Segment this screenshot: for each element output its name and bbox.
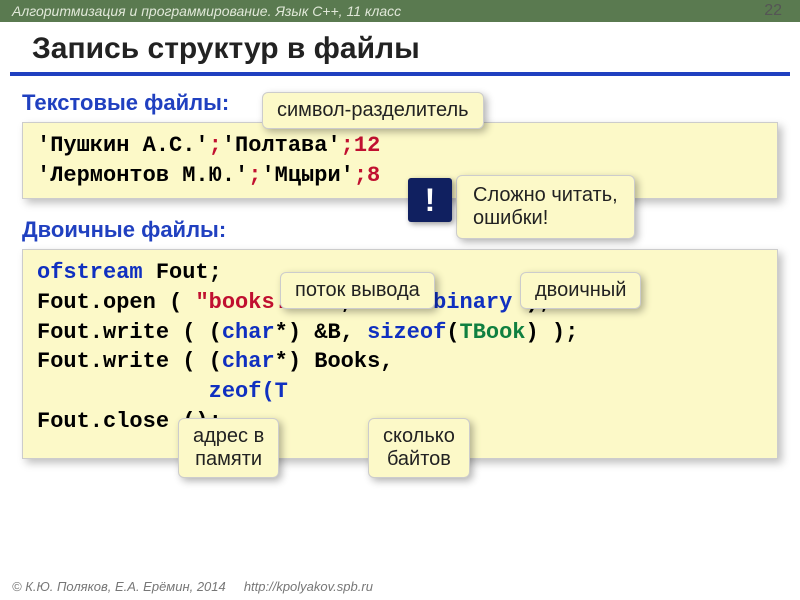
code-text: ) ); bbox=[526, 320, 579, 345]
warning-icon: ! bbox=[408, 178, 452, 222]
slide-title: Запись структур в файлы bbox=[10, 22, 790, 76]
code-text: ( bbox=[446, 320, 459, 345]
code-text: ; bbox=[248, 163, 261, 188]
code-text: sizeof bbox=[367, 320, 446, 345]
code-text: zeof(T bbox=[209, 379, 288, 404]
callout-address: адрес в памяти bbox=[178, 418, 279, 478]
callout-line: байтов bbox=[387, 448, 451, 470]
code-text: ; bbox=[209, 133, 222, 158]
code-text: 'Мцыри' bbox=[261, 163, 353, 188]
subhead-binary-files: Двоичные файлы: bbox=[22, 217, 778, 243]
callout-line: сколько bbox=[383, 425, 455, 447]
callout-stream: поток вывода bbox=[280, 272, 435, 309]
page-number: 22 bbox=[764, 2, 782, 20]
code-text: Fout; bbox=[143, 260, 222, 285]
code-text: char bbox=[222, 320, 275, 345]
callout-line: памяти bbox=[195, 448, 262, 470]
code-text: ofstream bbox=[37, 260, 143, 285]
callout-separator: символ-разделитель bbox=[262, 92, 484, 129]
footer-author: © К.Ю. Поляков, Е.А. Ерёмин, 2014 bbox=[12, 579, 226, 594]
callout-line: ошибки! bbox=[473, 207, 548, 229]
code-text: Fout.open ( bbox=[37, 290, 195, 315]
footer: © К.Ю. Поляков, Е.А. Ерёмин, 2014 http:/… bbox=[12, 579, 373, 594]
code-text: 'Лермонтов М.Ю.' bbox=[37, 163, 248, 188]
course-topbar: Алгоритмизация и программирование. Язык … bbox=[0, 0, 800, 22]
code-text: Fout.write ( ( bbox=[37, 320, 222, 345]
code-text: ;8 bbox=[354, 163, 380, 188]
code-text: char bbox=[222, 349, 275, 374]
code-text: 'Пушкин А.С.' bbox=[37, 133, 209, 158]
code-text: ;12 bbox=[341, 133, 381, 158]
code-text: *) Books, bbox=[275, 349, 394, 374]
code-text: 'Полтава' bbox=[222, 133, 341, 158]
footer-link: http://kpolyakov.spb.ru bbox=[244, 579, 373, 594]
code-text: *) &B, bbox=[275, 320, 367, 345]
callout-binary: двоичный bbox=[520, 272, 641, 309]
callout-line: Сложно читать, bbox=[473, 184, 618, 206]
code-text: TBook bbox=[460, 320, 526, 345]
callout-error: Сложно читать, ошибки! bbox=[456, 175, 635, 239]
code-text: Fout.write ( ( bbox=[37, 349, 222, 374]
callout-line: адрес в bbox=[193, 425, 264, 447]
code-text-files: 'Пушкин А.С.';'Полтава';12 'Лермонтов М.… bbox=[22, 122, 778, 199]
callout-bytes: сколько байтов bbox=[368, 418, 470, 478]
